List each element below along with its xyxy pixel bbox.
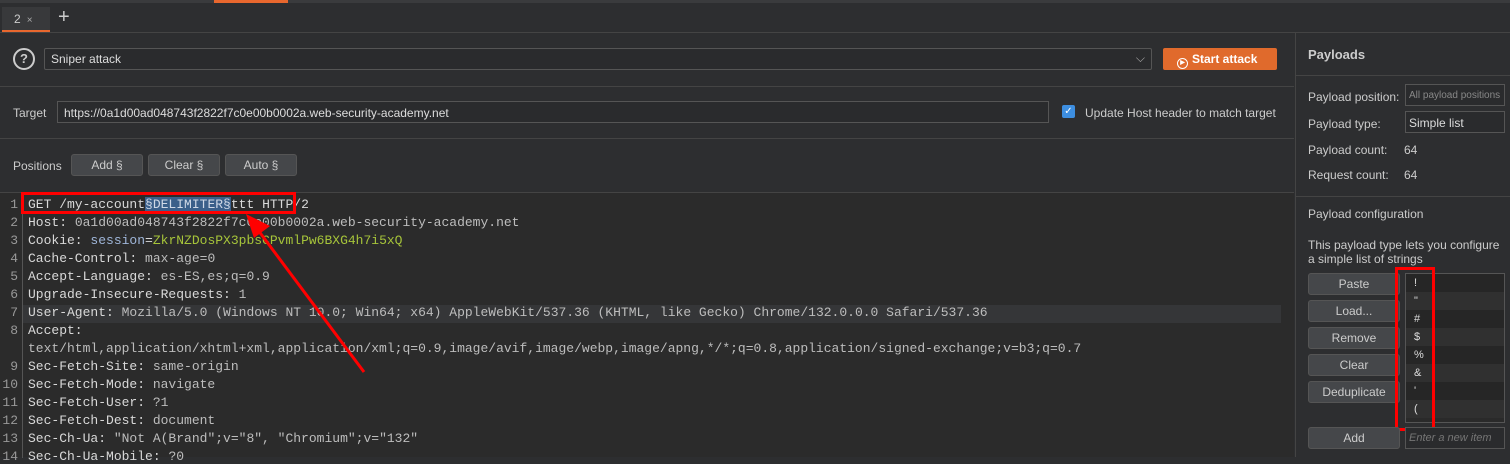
payload-type-label: Payload type: <box>1308 117 1381 131</box>
request-count-label: Request count: <box>1308 168 1389 182</box>
load-button[interactable]: Load... <box>1308 300 1400 322</box>
new-item-input[interactable] <box>1405 427 1505 449</box>
payload-count: 64 <box>1404 143 1418 157</box>
clear-button[interactable]: Clear <box>1308 354 1400 376</box>
payload-config-desc: This payload type lets you configure a s… <box>1308 238 1500 266</box>
payload-position-label: Payload position: <box>1308 90 1400 104</box>
payloads-panel: Payloads Payload position: All payload p… <box>1295 33 1510 457</box>
deduplicate-button[interactable]: Deduplicate <box>1308 381 1400 403</box>
annotation-arrow <box>246 214 366 373</box>
payload-count-label: Payload count: <box>1308 143 1388 157</box>
payload-config-title: Payload configuration <box>1308 207 1424 221</box>
request-count: 64 <box>1404 168 1418 182</box>
remove-button[interactable]: Remove <box>1308 327 1400 349</box>
payload-type-select[interactable]: Simple list <box>1405 111 1505 133</box>
payload-position-select[interactable]: All payload positions <box>1405 84 1505 106</box>
divider <box>1296 196 1510 197</box>
divider <box>1296 75 1510 76</box>
payloads-title: Payloads <box>1308 47 1366 62</box>
paste-button[interactable]: Paste <box>1308 273 1400 295</box>
annotation-box <box>1395 267 1435 431</box>
add-item-button[interactable]: Add <box>1308 427 1400 449</box>
